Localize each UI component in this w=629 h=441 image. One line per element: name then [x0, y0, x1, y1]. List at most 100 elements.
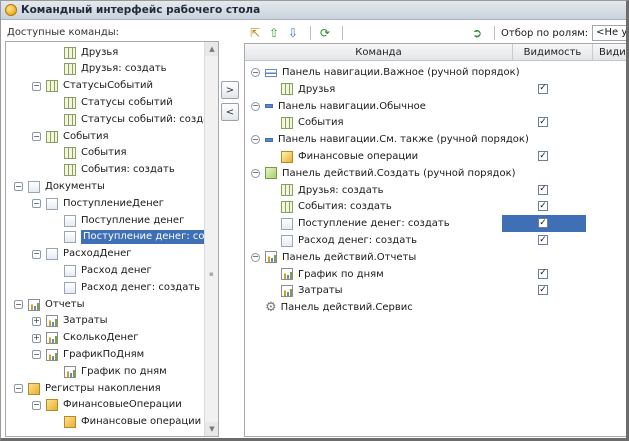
visibility-checkbox[interactable]: ✓ — [538, 218, 548, 229]
tree-item[interactable]: − СтатусыСобытий — [32, 78, 153, 95]
collapse-icon[interactable]: − — [14, 182, 23, 192]
visibility-checkbox[interactable]: ✓ — [538, 117, 548, 128]
tree-item[interactable]: − Отчеты — [14, 296, 84, 313]
available-commands-tree[interactable]: Друзья Друзья: создать − СтатусыСобытий Стат… — [5, 41, 219, 437]
tree-item[interactable]: События — [64, 145, 127, 162]
tree-item-label: Статусы событий: создать — [81, 113, 219, 125]
tree-item[interactable]: − ГрафикПоДням — [32, 346, 144, 363]
visibility-checkbox[interactable]: ✓ — [538, 235, 548, 245]
table-group-row[interactable]: − Панель навигации.Важное (ручной порядок… — [245, 64, 626, 81]
table-row[interactable]: Поступление денег: создать ✓ — [245, 215, 626, 232]
tree-item-label: События — [63, 130, 109, 142]
tree-item[interactable]: События: создать — [64, 162, 175, 179]
visibility-checkbox[interactable]: ✓ — [538, 151, 548, 161]
tree-item[interactable]: + Затраты — [32, 313, 108, 330]
scroll-down-arrow-icon[interactable]: ▼ — [205, 422, 218, 436]
table-row[interactable]: Финансовые операции ✓ — [245, 148, 626, 165]
collapse-icon[interactable]: − — [32, 350, 41, 360]
table-row[interactable]: Друзья: создать ✓ — [245, 182, 626, 199]
table-group-row[interactable]: − Панель навигации.Обычное — [245, 98, 626, 115]
remove-command-button[interactable]: < — [221, 103, 239, 121]
visibility-checkbox[interactable]: ✓ — [538, 268, 548, 279]
visibility-checkbox[interactable]: ✓ — [538, 83, 548, 94]
tree-item[interactable]: Друзья — [64, 44, 118, 61]
tree-item[interactable]: − ФинансовыеОперации — [32, 397, 182, 414]
add-command-button[interactable]: > — [221, 81, 239, 99]
table-row[interactable]: Затраты ✓ — [245, 282, 626, 299]
table-icon — [64, 147, 76, 160]
table-group-row[interactable]: − Панель действий.Отчеты — [245, 249, 626, 266]
expand-icon[interactable]: + — [32, 316, 41, 326]
refresh-icon[interactable]: ⟳ — [317, 25, 333, 41]
tree-item[interactable]: Расход денег: создать — [64, 279, 200, 296]
report-icon — [46, 315, 58, 328]
table-row[interactable]: Друзья ✓ — [245, 81, 626, 98]
collapse-icon[interactable]: − — [251, 101, 260, 111]
apply-filter-icon[interactable]: ➲ — [469, 25, 485, 41]
tree-item[interactable]: − РасходДенег — [32, 246, 132, 263]
table-row[interactable]: Расход денег: создать ✓ — [245, 232, 626, 249]
tree-item[interactable]: − ПоступлениеДенег — [32, 195, 164, 212]
table-row[interactable]: События: создать ✓ — [245, 198, 626, 215]
table-icon — [64, 96, 76, 109]
tree-item[interactable]: Статусы событий: создать — [64, 111, 219, 128]
collapse-icon[interactable]: − — [251, 168, 260, 178]
tree-item[interactable]: Поступление денег: создать — [64, 229, 218, 246]
register-icon — [28, 382, 40, 395]
column-header-visibility-2[interactable]: Видимость — [593, 44, 626, 61]
move-down-icon[interactable]: ⇩ — [285, 25, 301, 41]
collapse-icon[interactable]: − — [32, 81, 41, 91]
table-row[interactable]: События ✓ — [245, 114, 626, 131]
register-icon — [64, 416, 76, 429]
tree-item-label: События — [81, 147, 127, 159]
visibility-checkbox[interactable]: ✓ — [538, 184, 548, 195]
command-label: Панель навигации.Важное (ручной порядок) — [282, 67, 520, 78]
title-bar: Командный интерфейс рабочего стола — [1, 1, 626, 20]
command-label: График по дням — [298, 268, 384, 280]
table-icon — [281, 200, 293, 213]
tree-item[interactable]: Статусы событий — [64, 94, 173, 111]
move-to-group-icon[interactable]: ⇱ — [247, 25, 263, 41]
tree-item[interactable]: − Документы — [14, 178, 105, 195]
visibility-checkbox[interactable]: ✓ — [538, 201, 548, 212]
collapse-icon[interactable]: − — [14, 384, 23, 393]
tree-item[interactable]: Друзья: создать — [64, 61, 167, 78]
collapse-icon[interactable]: − — [32, 249, 41, 259]
tree-item[interactable]: − Регистры накопления — [14, 380, 161, 397]
tree-item-label: Статусы событий — [81, 96, 173, 108]
role-filter-input[interactable]: <Не установлен> — [592, 25, 626, 41]
expand-icon[interactable]: + — [32, 333, 41, 343]
role-filter-label: Отбор по ролям: — [501, 27, 589, 39]
report-icon — [64, 365, 76, 378]
collapse-icon[interactable]: − — [32, 400, 41, 410]
report-icon — [28, 298, 40, 311]
scroll-up-arrow-icon[interactable]: ▲ — [205, 42, 218, 56]
table-group-row[interactable]: − Панель навигации.См. также (ручной поря… — [245, 131, 626, 148]
collapse-icon[interactable]: − — [32, 132, 41, 141]
report-icon — [281, 284, 293, 297]
tree-item[interactable]: Поступление денег — [64, 212, 184, 229]
tree-item-label: ГрафикПоДням — [63, 348, 145, 360]
collapse-icon[interactable]: − — [251, 135, 260, 145]
collapse-icon[interactable]: − — [14, 300, 23, 309]
vertical-scrollbar[interactable]: ▲ ▪ ▼ — [204, 42, 218, 436]
command-interface-table[interactable]: Команда Видимость Видимость − Панель нави… — [244, 43, 626, 437]
column-header-command[interactable]: Команда — [245, 44, 513, 61]
tree-item[interactable]: + СколькоДенег — [32, 330, 139, 347]
table-group-row[interactable]: − Панель действий.Создать (ручной порядок… — [245, 165, 626, 182]
tree-item[interactable]: − События — [32, 128, 109, 145]
visibility-checkbox[interactable]: ✓ — [538, 285, 548, 296]
scroll-grip-icon[interactable]: ▪ — [209, 270, 214, 278]
tree-item[interactable]: Расход денег — [64, 262, 152, 279]
move-up-icon[interactable]: ⇧ — [266, 25, 282, 41]
collapse-icon[interactable]: − — [32, 199, 41, 209]
table-row[interactable]: График по дням ✓ — [245, 266, 626, 283]
tree-item[interactable]: График по дням — [64, 363, 167, 380]
collapse-icon[interactable]: − — [251, 68, 260, 77]
report-icon — [46, 348, 58, 361]
column-header-visibility[interactable]: Видимость — [513, 44, 593, 61]
collapse-icon[interactable]: − — [251, 252, 260, 262]
tree-item[interactable]: Финансовые операции — [64, 414, 201, 431]
table-group-row[interactable]: ⚙ Панель действий.Сервис — [245, 299, 626, 316]
command-label: Финансовые операции — [298, 151, 419, 162]
